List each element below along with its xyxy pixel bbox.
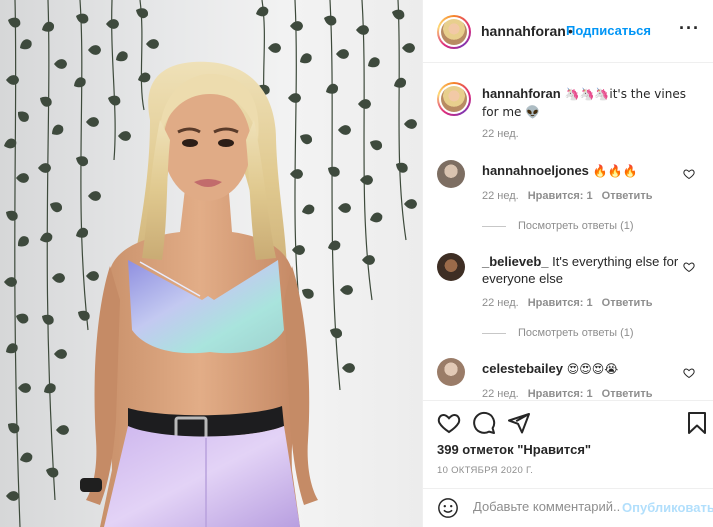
post-photo[interactable] bbox=[0, 0, 422, 527]
replies-divider bbox=[482, 225, 506, 227]
comment-meta: 22 нед. Нравится: 1 Ответить bbox=[482, 190, 661, 202]
comment-body: celestebailey 😍😍😍😭 bbox=[482, 360, 682, 378]
photo-illustration bbox=[2, 0, 417, 527]
comment-text: 😍😍😍😭 bbox=[562, 362, 619, 376]
follow-button[interactable]: Подписаться bbox=[566, 23, 651, 38]
caption-username[interactable]: hannahforan bbox=[482, 86, 561, 101]
emoji-icon[interactable] bbox=[437, 497, 459, 519]
view-replies[interactable]: Посмотреть ответы (1) bbox=[482, 220, 634, 232]
caption: hannahforan 🦄🦄🦄it's the vines for me 👽 bbox=[482, 85, 697, 121]
caption-avatar[interactable] bbox=[437, 82, 471, 116]
caption-time[interactable]: 22 нед. bbox=[482, 128, 519, 140]
comment-meta: 22 нед. Нравится: 1 Ответить bbox=[482, 388, 661, 399]
heart-icon[interactable] bbox=[437, 411, 461, 435]
share-icon[interactable] bbox=[507, 411, 531, 435]
post-side-panel: hannahforan • Подписаться ··· hannahfora… bbox=[422, 0, 713, 527]
view-replies-label[interactable]: Посмотреть ответы (1) bbox=[518, 220, 634, 232]
comment-username[interactable]: _believeb_ bbox=[482, 254, 549, 269]
bookmark-icon[interactable] bbox=[685, 411, 709, 435]
comment-icon[interactable] bbox=[472, 411, 496, 435]
reply-button[interactable]: Ответить bbox=[602, 388, 653, 399]
comment-time[interactable]: 22 нед. bbox=[482, 388, 519, 399]
author-avatar[interactable] bbox=[437, 15, 471, 49]
post-header: hannahforan • Подписаться ··· bbox=[423, 0, 713, 63]
replies-divider bbox=[482, 332, 506, 334]
comment-text: 🔥🔥🔥 bbox=[588, 164, 638, 178]
comment-likes[interactable]: Нравится: 1 bbox=[528, 297, 593, 309]
post-actions: 399 отметок "Нравится" 10 ОКТЯБРЯ 2020 Г… bbox=[423, 400, 713, 488]
view-replies[interactable]: Посмотреть ответы (1) bbox=[482, 327, 634, 339]
comment-username[interactable]: hannahnoeljones bbox=[482, 163, 589, 178]
comment-username[interactable]: celestebailey bbox=[482, 361, 563, 376]
publish-button[interactable]: Опубликовать bbox=[622, 500, 713, 515]
comment-like-icon[interactable] bbox=[683, 367, 695, 379]
reply-button[interactable]: Ответить bbox=[602, 297, 653, 309]
reply-button[interactable]: Ответить bbox=[602, 190, 653, 202]
instagram-post: hannahforan • Подписаться ··· hannahfora… bbox=[0, 0, 713, 527]
add-comment-bar: Опубликовать bbox=[423, 488, 713, 527]
comment-meta: 22 нед. Нравится: 1 Ответить bbox=[482, 297, 661, 309]
view-replies-label[interactable]: Посмотреть ответы (1) bbox=[518, 327, 634, 339]
comment-body: _believeb_ It's everything else for ever… bbox=[482, 253, 682, 287]
comment-body: hannahnoeljones 🔥🔥🔥 bbox=[482, 162, 682, 180]
comments-thread[interactable]: hannahforan 🦄🦄🦄it's the vines for me 👽 2… bbox=[423, 64, 713, 399]
comment-likes[interactable]: Нравится: 1 bbox=[528, 388, 593, 399]
post-date[interactable]: 10 ОКТЯБРЯ 2020 Г. bbox=[437, 465, 533, 476]
comment-like-icon[interactable] bbox=[683, 261, 695, 273]
comment-like-icon[interactable] bbox=[683, 168, 695, 180]
comment-likes[interactable]: Нравится: 1 bbox=[528, 190, 593, 202]
more-options-icon[interactable]: ··· bbox=[679, 18, 700, 39]
comment-time[interactable]: 22 нед. bbox=[482, 190, 519, 202]
author-username[interactable]: hannahforan bbox=[481, 23, 566, 39]
comment-avatar[interactable] bbox=[437, 253, 465, 281]
comment-time[interactable]: 22 нед. bbox=[482, 297, 519, 309]
comment-avatar[interactable] bbox=[437, 160, 465, 188]
comment-input[interactable] bbox=[473, 499, 621, 514]
comment-avatar[interactable] bbox=[437, 358, 465, 386]
person-figure bbox=[80, 61, 318, 527]
likes-count[interactable]: 399 отметок "Нравится" bbox=[437, 442, 591, 457]
